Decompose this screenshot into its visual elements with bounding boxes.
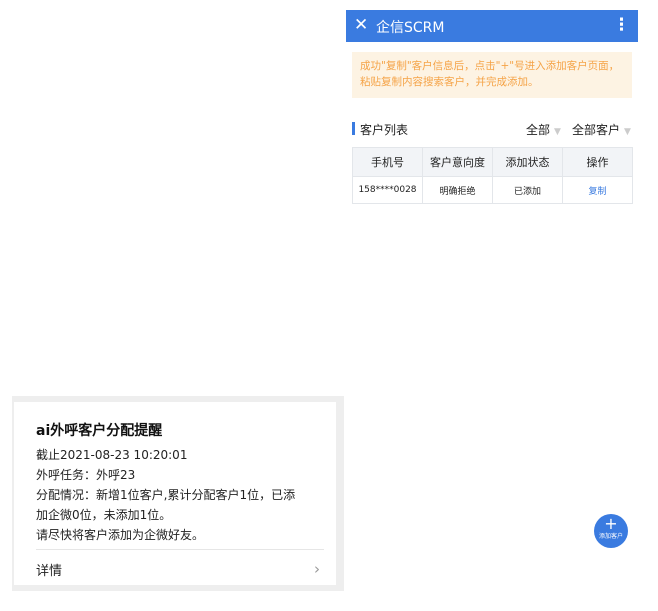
customer-filter-label: 全部客户: [572, 123, 621, 137]
chevron-right-icon[interactable]: ›: [314, 560, 320, 578]
details-link[interactable]: 详情: [36, 560, 62, 579]
notification-card[interactable]: ai外呼客户分配提醒 截止2021-08-23 10:20:01 外呼任务：外呼…: [14, 402, 336, 585]
notification-reminder: 请尽快将客户添加为企微好友。: [36, 528, 205, 542]
customer-list-header: 客户列表 全部 ▼ 全部客户 ▼: [352, 120, 632, 138]
column-intent: 客户意向度: [422, 147, 493, 177]
add-customer-button[interactable]: + 添加客户: [594, 514, 628, 548]
copy-button[interactable]: 复制: [562, 176, 633, 204]
app-title: 企信SCRM: [376, 20, 445, 36]
notification-panel: ai外呼客户分配提醒 截止2021-08-23 10:20:01 外呼任务：外呼…: [12, 396, 344, 591]
notification-deadline: 截止2021-08-23 10:20:01: [36, 448, 188, 462]
notification-divider: [36, 549, 324, 550]
notification-title: ai外呼客户分配提醒: [36, 423, 163, 439]
status-filter-label: 全部: [526, 123, 551, 137]
close-icon[interactable]: ✕: [354, 15, 368, 35]
column-action: 操作: [562, 147, 633, 177]
scrm-app: ✕ 企信SCRM ⋮ 成功"复制"客户信息后，点击"+"号进入添加客户页面，粘贴…: [346, 10, 638, 610]
app-header: ✕ 企信SCRM ⋮: [346, 10, 638, 42]
cell-intent: 明确拒绝: [422, 176, 493, 204]
status-filter-dropdown[interactable]: 全部 ▼: [526, 121, 561, 138]
add-customer-label: 添加客户: [598, 533, 623, 540]
notice-text: 成功"复制"客户信息后，点击"+"号进入添加客户页面，粘贴复制内容搜索客户，并完…: [360, 60, 620, 88]
column-phone: 手机号: [352, 147, 423, 177]
cell-status: 已添加: [492, 176, 563, 204]
more-menu-icon[interactable]: ⋮: [613, 15, 630, 35]
notice-banner: 成功"复制"客户信息后，点击"+"号进入添加客户页面，粘贴复制内容搜索客户，并完…: [352, 52, 632, 98]
customer-filter-dropdown[interactable]: 全部客户 ▼: [572, 121, 631, 138]
column-status: 添加状态: [492, 147, 563, 177]
chevron-down-icon: ▼: [624, 127, 631, 137]
customer-list-title: 客户列表: [360, 123, 409, 137]
notification-allocation: 分配情况：新增1位客户,累计分配客户1位，已添: [36, 488, 296, 502]
notification-allocation-cont: 加企微0位，未添加1位。: [36, 508, 172, 522]
table-row: 158****0028 明确拒绝 已添加 复制: [352, 176, 633, 204]
cell-phone: 158****0028: [352, 176, 423, 204]
customer-table: 手机号 客户意向度 添加状态 操作 158****0028 明确拒绝 已添加 复…: [352, 147, 633, 204]
notification-task: 外呼任务：外呼23: [36, 468, 136, 482]
chevron-down-icon: ▼: [554, 127, 561, 137]
section-accent-bar: [352, 122, 355, 135]
plus-icon: +: [604, 514, 618, 533]
table-header-row: 手机号 客户意向度 添加状态 操作: [352, 147, 633, 177]
